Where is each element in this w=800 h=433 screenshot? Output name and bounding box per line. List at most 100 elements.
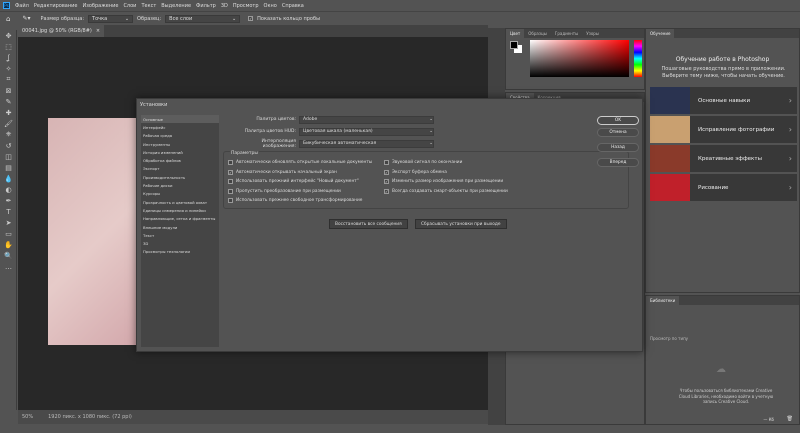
checkbox[interactable]: [228, 188, 233, 194]
preference-checkbox-row[interactable]: Автоматически обновлять открытые локальн…: [228, 158, 372, 168]
category-item[interactable]: Курсоры: [141, 190, 219, 198]
checkbox[interactable]: [384, 160, 389, 166]
lasso-tool-icon[interactable]: ʆ: [0, 52, 17, 63]
category-item[interactable]: Текст: [141, 231, 219, 239]
preference-checkbox-row[interactable]: ✓ Автоматически открывать начальный экран: [228, 168, 372, 178]
stamp-tool-icon[interactable]: ⎈: [0, 129, 17, 140]
tab-libraries[interactable]: Библиотеки: [646, 296, 680, 305]
menu-item[interactable]: Слои: [123, 3, 136, 9]
preference-checkbox-row[interactable]: Звуковой сигнал по окончании: [384, 158, 508, 168]
learn-card[interactable]: Основные навыки ›: [650, 87, 797, 114]
checkbox[interactable]: [228, 179, 233, 185]
preference-checkbox-row[interactable]: Пропустить преобразование при размещении: [228, 187, 372, 197]
preference-checkbox-row[interactable]: Использовать прежнее свободное трансформ…: [228, 196, 372, 206]
sample-select[interactable]: Все слои ⌄: [165, 14, 241, 23]
category-item[interactable]: Инструменты: [141, 140, 219, 148]
checkbox[interactable]: [228, 198, 233, 204]
checkbox[interactable]: ✓: [384, 169, 389, 175]
brush-tool-icon[interactable]: 🖌: [0, 118, 17, 129]
quick-select-tool-icon[interactable]: ✧: [0, 63, 17, 74]
prev-button[interactable]: Назад: [597, 143, 639, 152]
path-select-tool-icon[interactable]: ➤: [0, 217, 17, 228]
category-item[interactable]: 3D: [141, 239, 219, 247]
category-item[interactable]: Прозрачность и цветовой охват: [141, 198, 219, 206]
field-dropdown[interactable]: Цветовая шкала (маленькая) ⌄: [299, 127, 434, 136]
field-dropdown[interactable]: Бикубическая автоматическая ⌄: [299, 139, 434, 148]
tab-learn[interactable]: Обучение: [646, 29, 675, 38]
category-item[interactable]: Обработка файлов: [141, 156, 219, 164]
category-item[interactable]: Направляющие, сетка и фрагменты: [141, 215, 219, 223]
home-icon[interactable]: ⌂: [6, 15, 10, 23]
close-icon[interactable]: ×: [96, 28, 100, 34]
menu-item[interactable]: Изображение: [82, 3, 118, 9]
menu-item[interactable]: Редактирование: [34, 3, 78, 9]
checkbox[interactable]: [228, 160, 233, 166]
sample-size-select[interactable]: Точка ⌄: [88, 14, 134, 23]
category-item[interactable]: Интерфейс: [141, 123, 219, 131]
view-by-type-dropdown[interactable]: Просмотр по типу: [650, 336, 688, 341]
tab-color-3[interactable]: Узоры: [582, 29, 603, 38]
preference-checkbox-row[interactable]: ✓ Всегда создавать смарт-объекты при разм…: [384, 187, 508, 197]
frame-tool-icon[interactable]: ⊠: [0, 85, 17, 96]
zoom-level[interactable]: 50%: [22, 414, 33, 420]
category-item[interactable]: Внешние модули: [141, 223, 219, 231]
preference-checkbox-row[interactable]: ✓ Экспорт буфера обмена: [384, 168, 508, 178]
category-item[interactable]: Рабочие диски: [141, 181, 219, 189]
menu-item[interactable]: Выделение: [161, 3, 191, 9]
trash-icon[interactable]: 🗑: [787, 416, 793, 422]
history-brush-tool-icon[interactable]: ↺: [0, 140, 17, 151]
checkbox[interactable]: ✓: [228, 169, 233, 175]
more-tool-icon[interactable]: …: [0, 261, 17, 272]
preference-checkbox-row[interactable]: ✓ Изменить размер изображения при размеще…: [384, 177, 508, 187]
tab-color-0[interactable]: Цвет: [506, 29, 525, 38]
pen-tool-icon[interactable]: ✒: [0, 195, 17, 206]
category-item[interactable]: Просмотры технологии: [141, 248, 219, 256]
eraser-tool-icon[interactable]: ◫: [0, 151, 17, 162]
checkbox[interactable]: ✓: [384, 179, 389, 185]
menu-item[interactable]: Файл: [15, 3, 29, 9]
checkbox[interactable]: ✓: [384, 188, 389, 194]
field-dropdown[interactable]: Adobe ⌄: [299, 115, 434, 124]
blur-tool-icon[interactable]: 💧: [0, 173, 17, 184]
zoom-tool-icon[interactable]: 🔍: [0, 250, 17, 261]
document-tab[interactable]: 00041.jpg @ 50% (RGB/8#) ×: [18, 25, 105, 37]
hue-slider[interactable]: [634, 40, 642, 77]
gradient-tool-icon[interactable]: ▤: [0, 162, 17, 173]
menu-item[interactable]: Просмотр: [233, 3, 259, 9]
category-item[interactable]: Экспорт: [141, 165, 219, 173]
tab-color-2[interactable]: Градиенты: [551, 29, 582, 38]
show-ring-checkbox[interactable]: ✓: [248, 16, 254, 21]
foreground-swatch[interactable]: [510, 41, 518, 49]
next-button[interactable]: Вперед: [597, 158, 639, 167]
shape-tool-icon[interactable]: ▭: [0, 228, 17, 239]
category-item[interactable]: Основные: [141, 115, 219, 124]
learn-card[interactable]: Креативные эффекты ›: [650, 145, 797, 172]
type-tool-icon[interactable]: T: [0, 206, 17, 217]
dodge-tool-icon[interactable]: ◐: [0, 184, 17, 195]
menu-item[interactable]: 3D: [221, 3, 228, 9]
menu-item[interactable]: Фильтр: [196, 3, 216, 9]
preference-checkbox-row[interactable]: Использовать прежний интерфейс "Новый до…: [228, 177, 372, 187]
learn-card[interactable]: Рисование ›: [650, 174, 797, 201]
menu-item[interactable]: Текст: [141, 3, 156, 9]
reset-on-quit-button[interactable]: Сбрасывать установки при выходе: [415, 219, 507, 229]
color-field[interactable]: [530, 40, 629, 77]
ok-button[interactable]: OK: [597, 116, 639, 125]
crop-tool-icon[interactable]: ⌗: [0, 74, 17, 85]
healing-tool-icon[interactable]: ✚: [0, 107, 17, 118]
marquee-tool-icon[interactable]: ⬚: [0, 41, 17, 52]
menu-item[interactable]: Окно: [264, 3, 277, 9]
category-item[interactable]: История изменений: [141, 148, 219, 156]
category-item[interactable]: Рабочая среда: [141, 132, 219, 140]
tab-color-1[interactable]: Образцы: [524, 29, 551, 38]
cancel-button[interactable]: Отмена: [597, 128, 639, 137]
category-item[interactable]: Производительность: [141, 173, 219, 181]
eyedropper-icon[interactable]: ✎▾: [22, 15, 30, 22]
hand-tool-icon[interactable]: ✋: [0, 239, 17, 250]
menu-item[interactable]: Справка: [282, 3, 304, 9]
category-item[interactable]: Единицы измерения и линейки: [141, 206, 219, 214]
move-tool-icon[interactable]: ✥: [0, 30, 17, 41]
reset-messages-button[interactable]: Восстановить все сообщения: [329, 219, 408, 229]
eyedropper-tool-icon[interactable]: ✎: [0, 96, 17, 107]
learn-card[interactable]: Исправление фотографии ›: [650, 116, 797, 143]
